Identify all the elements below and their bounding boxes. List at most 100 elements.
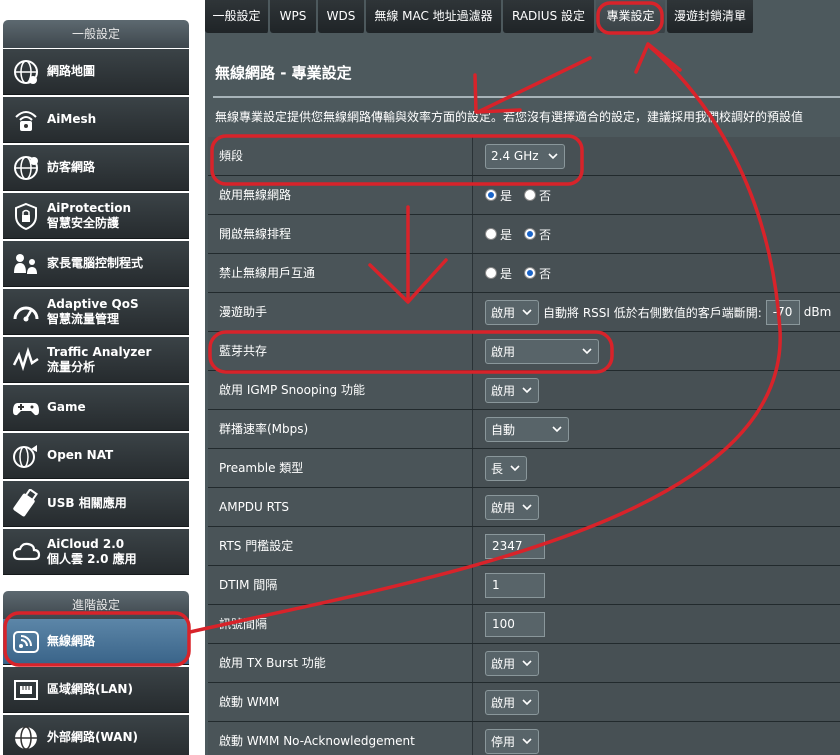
- nav-label: 訪客網路: [47, 160, 96, 174]
- multicast-rate-select[interactable]: 自動: [485, 416, 569, 442]
- row-label: 啟用無線網路: [208, 176, 473, 214]
- wmm-noack-select[interactable]: 停用: [485, 728, 539, 754]
- tab-bar: 一般設定 WPS WDS 無線 MAC 地址過濾器 RADIUS 設定 專業設定…: [205, 0, 840, 33]
- preamble-select[interactable]: 長: [485, 455, 527, 481]
- nav-lan[interactable]: 區域網路(LAN): [3, 667, 189, 713]
- beacon-interval-input[interactable]: 100: [485, 611, 545, 637]
- row-dtim: DTIM 間隔 1: [208, 566, 840, 605]
- row-enable-radio: 啟用無線網路 是 否: [208, 176, 840, 215]
- row-multicast-rate: 群播速率(Mbps) 自動: [208, 410, 840, 449]
- chevron-down-icon: [521, 501, 533, 513]
- dtim-input[interactable]: 1: [485, 572, 545, 598]
- chevron-down-icon: [521, 696, 533, 708]
- shield-lock-icon: [9, 199, 43, 233]
- wireless-icon: [9, 625, 43, 659]
- nav-label: 家長電腦控制程式: [47, 256, 144, 270]
- nav-label: 外部網路(WAN): [47, 730, 138, 744]
- parental-control-icon: [9, 247, 43, 281]
- enable-radio-no[interactable]: 否: [524, 187, 551, 204]
- row-rts-threshold: RTS 門檻設定 2347: [208, 527, 840, 566]
- nav-label: Adaptive QoS 智慧流量管理: [47, 296, 139, 326]
- nav-open-nat[interactable]: Open NAT: [3, 433, 189, 479]
- usb-icon: [9, 487, 43, 521]
- row-label: 啟用 TX Burst 功能: [208, 644, 473, 682]
- traffic-chart-icon: [9, 343, 43, 377]
- ap-isolation-yes[interactable]: 是: [485, 265, 512, 282]
- chevron-down-icon: [521, 306, 533, 318]
- schedule-no[interactable]: 否: [524, 226, 551, 243]
- nav-aiprotection[interactable]: AiProtection 智慧安全防護: [3, 193, 189, 239]
- sidebar: 一般設定 網路地圖 AiMesh 訪客網路 AiProtection 智慧安全防護…: [0, 0, 190, 755]
- row-label: RTS 門檻設定: [208, 527, 473, 565]
- chevron-down-icon: [547, 150, 559, 162]
- tab-wps[interactable]: WPS: [270, 0, 318, 33]
- row-roaming: 漫遊助手 啟用 自動將 RSSI 低於右側數值的客戶端斷開: -70 dBm: [208, 293, 840, 332]
- nav-traffic-analyzer[interactable]: Traffic Analyzer 流量分析: [3, 337, 189, 383]
- row-tx-burst: 啟用 TX Burst 功能 啟用: [208, 644, 840, 683]
- schedule-yes[interactable]: 是: [485, 226, 512, 243]
- tab-roaming-block[interactable]: 漫遊封鎖清單: [667, 0, 755, 33]
- row-beacon-interval: 訊號間隔 100: [208, 605, 840, 644]
- enable-radio-yes[interactable]: 是: [485, 187, 512, 204]
- cloud-icon: [9, 535, 43, 569]
- chevron-down-icon: [581, 345, 593, 357]
- page-title: 無線網路 - 專業設定: [215, 64, 352, 82]
- tab-mac-filter[interactable]: 無線 MAC 地址過濾器: [366, 0, 503, 33]
- igmp-select[interactable]: 啟用: [485, 377, 539, 403]
- band-select[interactable]: 2.4 GHz: [485, 143, 565, 169]
- nav-guest-network[interactable]: 訪客網路: [3, 145, 189, 191]
- nav-label: Traffic Analyzer 流量分析: [47, 344, 152, 374]
- chevron-down-icon: [551, 423, 563, 435]
- globe-icon: [9, 55, 43, 89]
- tab-general[interactable]: 一般設定: [205, 0, 270, 33]
- chevron-down-icon: [521, 735, 533, 747]
- open-nat-icon: [9, 439, 43, 473]
- tx-burst-select[interactable]: 啟用: [485, 650, 539, 676]
- roaming-select[interactable]: 啟用: [485, 299, 539, 325]
- row-label: Preamble 類型: [208, 449, 473, 487]
- tab-professional[interactable]: 專業設定: [596, 0, 667, 33]
- ap-isolation-no[interactable]: 否: [524, 265, 551, 282]
- nav-network-map[interactable]: 網路地圖: [3, 49, 189, 95]
- wmm-select[interactable]: 啟用: [485, 689, 539, 715]
- chevron-down-icon: [509, 462, 521, 474]
- nav-label: Open NAT: [47, 448, 114, 462]
- nav-adaptive-qos[interactable]: Adaptive QoS 智慧流量管理: [3, 289, 189, 335]
- chevron-down-icon: [521, 384, 533, 396]
- advanced-settings-header: 進階設定: [3, 591, 189, 619]
- nav-label: AiCloud 2.0 個人雲 2.0 應用: [47, 536, 137, 566]
- nav-label: 區域網路(LAN): [47, 682, 133, 696]
- nav-label: USB 相關應用: [47, 496, 127, 510]
- nav-aimesh[interactable]: AiMesh: [3, 97, 189, 143]
- guest-network-icon: [9, 151, 43, 185]
- row-label: DTIM 間隔: [208, 566, 473, 604]
- row-label: 啟用 IGMP Snooping 功能: [208, 371, 473, 409]
- row-label: 訊號間隔: [208, 605, 473, 643]
- row-ampdu-rts: AMPDU RTS 啟用: [208, 488, 840, 527]
- nav-wireless[interactable]: 無線網路: [3, 619, 189, 665]
- nav-game[interactable]: Game: [3, 385, 189, 431]
- row-label: 啟動 WMM No-Acknowledgement: [208, 722, 473, 755]
- rts-threshold-input[interactable]: 2347: [485, 533, 545, 559]
- nav-label: AiMesh: [47, 112, 97, 126]
- nav-label: 網路地圖: [47, 64, 96, 78]
- row-label: 頻段: [208, 137, 473, 175]
- row-band: 頻段 2.4 GHz: [208, 137, 840, 176]
- nav-aicloud[interactable]: AiCloud 2.0 個人雲 2.0 應用: [3, 529, 189, 575]
- nav-wan[interactable]: 外部網路(WAN): [3, 715, 189, 755]
- lan-icon: [9, 673, 43, 707]
- chevron-down-icon: [521, 657, 533, 669]
- nav-parental-control[interactable]: 家長電腦控制程式: [3, 241, 189, 287]
- rssi-unit: dBm: [803, 305, 832, 319]
- row-ap-isolation: 禁止無線用戶互通 是 否: [208, 254, 840, 293]
- tab-wds[interactable]: WDS: [318, 0, 366, 33]
- row-label: 藍芽共存: [208, 332, 473, 370]
- ampdu-rts-select[interactable]: 啟用: [485, 494, 539, 520]
- row-label: 漫遊助手: [208, 293, 473, 331]
- tab-radius[interactable]: RADIUS 設定: [503, 0, 596, 33]
- row-wmm-noack: 啟動 WMM No-Acknowledgement 停用: [208, 722, 840, 755]
- rssi-input[interactable]: -70: [765, 299, 800, 325]
- row-wmm: 啟動 WMM 啟用: [208, 683, 840, 722]
- bluetooth-coexistence-select[interactable]: 啟用: [485, 338, 599, 364]
- nav-usb-apps[interactable]: USB 相關應用: [3, 481, 189, 527]
